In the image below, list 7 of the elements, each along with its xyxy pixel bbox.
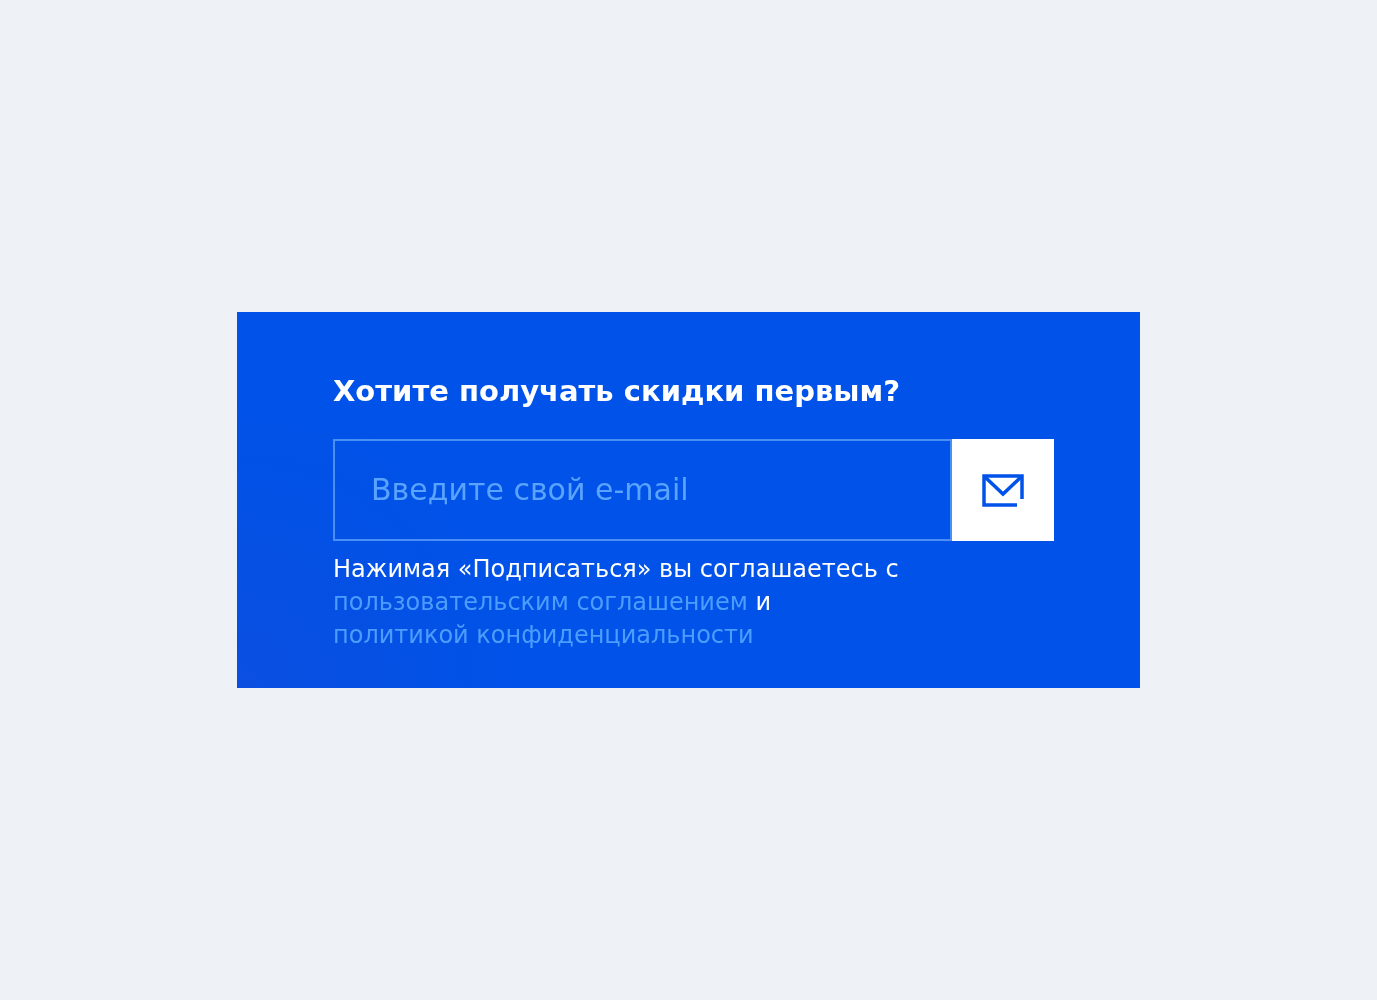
envelope-icon xyxy=(982,472,1024,507)
panel-title: Хотите получать скидки первым? xyxy=(333,374,902,409)
subscribe-button[interactable] xyxy=(952,438,1054,541)
privacy-policy-link[interactable]: политикой конфиденциальности xyxy=(333,620,754,649)
user-agreement-link[interactable]: пользовательским соглашением xyxy=(333,587,748,616)
email-field[interactable]: Введите свой e-mail xyxy=(333,438,952,541)
consent-text: Нажимая «Подписаться» вы соглашаетесь с пользовательским соглашением и политикой конфиденциальности xyxy=(333,553,900,651)
